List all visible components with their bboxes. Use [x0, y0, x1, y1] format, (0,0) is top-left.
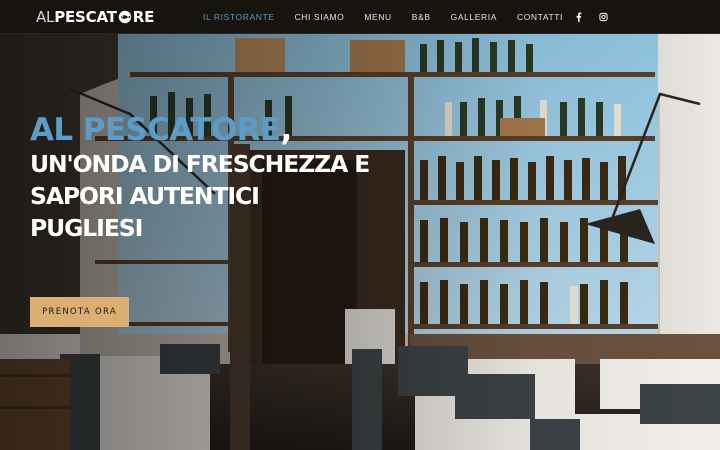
- nav-item-bb[interactable]: B&B: [402, 0, 441, 34]
- site-logo[interactable]: AL PESCAT RE: [36, 8, 154, 26]
- hero-title: AL PESCATORE,: [30, 112, 430, 148]
- nav-item-galleria[interactable]: GALLERIA: [441, 0, 507, 34]
- hero-subtitle: UN'ONDA DI FRESCHEZZA E SAPORI AUTENTICI…: [30, 148, 430, 244]
- top-navbar: AL PESCAT RE IL RISTORANTE CHI SIAMO MENU…: [0, 0, 720, 34]
- nav-item-contatti[interactable]: CONTATTI: [507, 0, 573, 34]
- logo-prefix: AL: [36, 8, 55, 26]
- nav-item-menu[interactable]: MENU: [354, 0, 401, 34]
- nav-item-ristorante[interactable]: IL RISTORANTE: [203, 0, 285, 34]
- fish-logo-icon: [118, 10, 131, 24]
- prenota-ora-button[interactable]: PRENOTA ORA: [30, 297, 129, 327]
- logo-main-b: RE: [132, 8, 155, 26]
- hero-title-text: AL PESCATORE: [30, 112, 281, 148]
- main-nav: IL RISTORANTE CHI SIAMO MENU B&B GALLERI…: [203, 0, 573, 34]
- hero-text-block: AL PESCATORE, UN'ONDA DI FRESCHEZZA E SA…: [30, 112, 430, 244]
- logo-main-a: PESCAT: [54, 8, 117, 26]
- hero-title-punct: ,: [280, 112, 292, 148]
- instagram-icon[interactable]: [599, 12, 608, 22]
- facebook-icon[interactable]: [574, 12, 583, 22]
- hero-subtitle-line-1: UN'ONDA DI FRESCHEZZA E: [30, 150, 370, 178]
- social-links: [574, 0, 608, 34]
- hero-subtitle-line-2: SAPORI AUTENTICI: [30, 182, 260, 210]
- hero-subtitle-line-3: PUGLIESI: [30, 214, 143, 242]
- nav-item-chi-siamo[interactable]: CHI SIAMO: [285, 0, 355, 34]
